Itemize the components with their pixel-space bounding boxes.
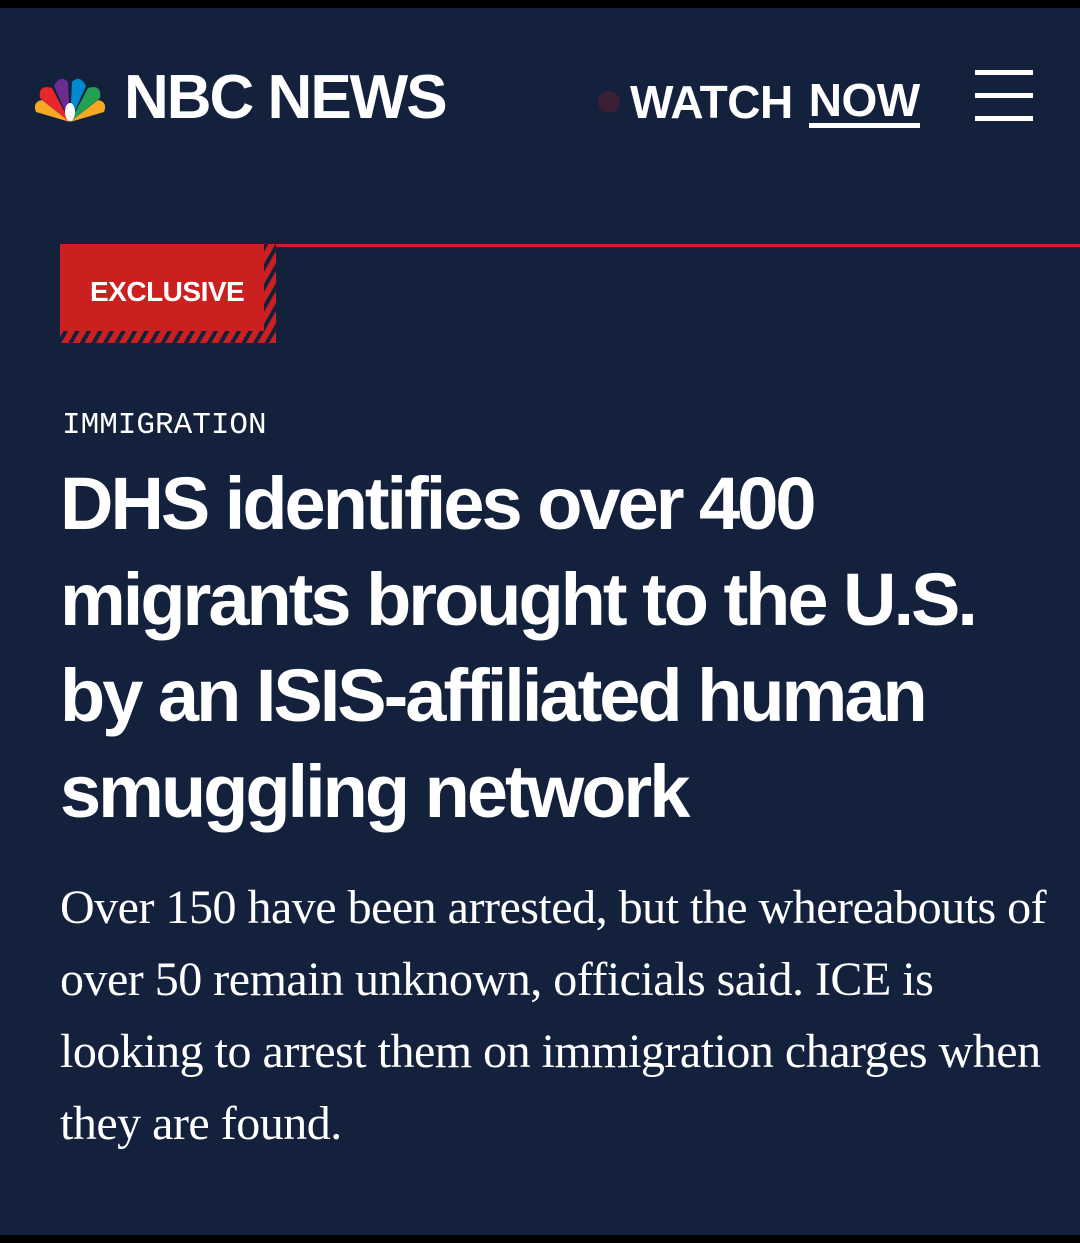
article-page: NBC NEWS WATCH NOW EXCLUSIVE IMMIGRATION… <box>0 8 1080 1235</box>
watch-label: WATCH <box>630 76 793 128</box>
live-dot-icon <box>598 91 620 113</box>
badge-stripes <box>264 244 276 343</box>
nbc-news-logo[interactable]: NBC NEWS <box>30 63 448 132</box>
exclusive-divider <box>270 244 1080 247</box>
article-dek: Over 150 have been arrested, but the whe… <box>60 881 1047 1150</box>
watch-now-button[interactable]: WATCH NOW <box>598 74 920 130</box>
menu-line <box>975 116 1033 121</box>
menu-line <box>975 93 1033 98</box>
hamburger-menu-icon[interactable] <box>975 70 1033 124</box>
article-headline: DHS identifies over 400 migrants brought… <box>60 462 978 833</box>
now-link[interactable]: NOW <box>808 77 920 128</box>
menu-line <box>975 70 1033 75</box>
exclusive-badge: EXCLUSIVE <box>60 244 276 343</box>
badge-stripes <box>60 331 276 343</box>
exclusive-label: EXCLUSIVE <box>90 276 245 307</box>
category-link[interactable]: IMMIGRATION <box>62 408 267 444</box>
site-header: NBC NEWS WATCH NOW <box>0 8 1080 198</box>
nbc-peacock-icon <box>34 78 106 122</box>
brand-wordmark: NBC NEWS <box>124 63 448 132</box>
